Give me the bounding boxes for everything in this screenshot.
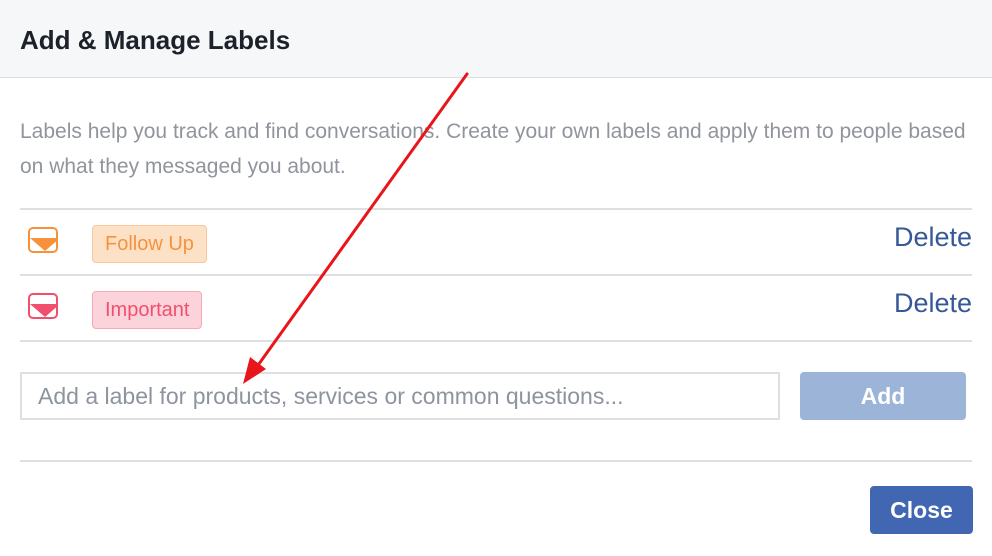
label-chip: Important	[92, 291, 203, 329]
label-row-follow-up: Follow Up Delete	[20, 211, 972, 275]
close-button[interactable]: Close	[870, 486, 973, 534]
divider	[20, 274, 972, 276]
dialog-title: Add & Manage Labels	[20, 25, 291, 55]
add-label-input[interactable]	[20, 372, 780, 420]
add-label-button[interactable]: Add	[800, 372, 966, 420]
dialog-header: Add & Manage Labels	[0, 0, 992, 78]
delete-follow-up-link[interactable]: Delete	[894, 221, 972, 253]
pink-label-dropdown-icon[interactable]	[28, 293, 58, 319]
manage-labels-dialog: Add & Manage Labels Labels help you trac…	[0, 0, 992, 556]
label-row-important: Important Delete	[20, 277, 972, 341]
dialog-description: Labels help you track and find conversat…	[20, 120, 966, 178]
divider	[20, 340, 972, 342]
orange-label-dropdown-icon[interactable]	[28, 227, 58, 253]
divider	[20, 208, 972, 210]
divider	[20, 460, 972, 462]
label-chip: Follow Up	[92, 225, 207, 263]
delete-important-link[interactable]: Delete	[894, 287, 972, 319]
